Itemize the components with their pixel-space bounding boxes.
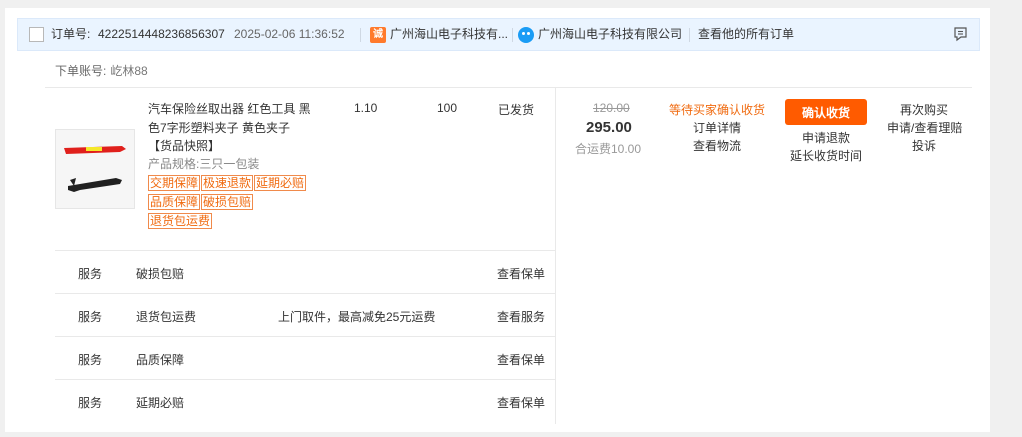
service-link[interactable]: 查看服务 [497,308,545,325]
order-header: 订单号: 4222514448236856307 2025-02-06 11:3… [17,18,980,51]
service-name: 品质保障 [136,353,185,367]
service-badges: 交期保障 极速退款 延期必赔 品质保障 破损包赔 退货包运费 [148,175,318,232]
order-detail-link[interactable]: 订单详情 [693,119,741,136]
shipping-fee: 合运费10.00 [575,142,642,156]
service-desc: 上门取件，最高减免25元运费 [278,310,436,324]
seller-company-link[interactable]: 广州海山电子科技有限公司 [538,19,682,50]
flag-icon[interactable] [953,27,968,42]
divider [555,88,556,424]
header-divider [360,28,361,42]
product-title[interactable]: 汽车保险丝取出器 红色工具 黑色7字形塑料夹子 黄色夹子 [148,100,318,138]
service-link[interactable]: 查看保单 [497,394,545,411]
total-price: 295.00 [586,119,632,136]
service-link[interactable]: 查看保单 [497,265,545,282]
order-checkbox[interactable] [29,27,44,42]
service-name: 破损包赔 [136,267,185,281]
shipping-status: 已发货 [498,103,535,117]
badge[interactable]: 品质保障 [148,194,201,210]
original-price: 120.00 [593,101,630,115]
service-row: 服务 破损包赔 查看保单 [55,250,555,293]
badge[interactable]: 延期必赔 [254,175,307,191]
divider [45,87,972,88]
order-account: 下单账号: 屹林88 [55,62,148,79]
snapshot-link[interactable]: 【货品快照】 [148,137,220,154]
badge[interactable]: 破损包赔 [201,194,254,210]
order-id-label: 订单号: [51,27,91,41]
order-status: 等待买家确认收货 [669,103,766,117]
service-link[interactable]: 查看保单 [497,351,545,368]
claim-link[interactable]: 申请/查看理赔 [887,119,962,136]
account-label: 下单账号: [55,64,107,78]
all-orders-link[interactable]: 查看他的所有订单 [698,19,794,50]
order-card: 订单号: 4222514448236856307 2025-02-06 11:3… [5,8,990,432]
confirm-receipt-button[interactable]: 确认收货 [785,99,867,125]
product-thumbnail[interactable] [55,129,135,209]
logistics-link[interactable]: 查看物流 [693,137,741,154]
service-label: 服务 [78,267,103,281]
quantity: 100 [437,101,458,115]
shop-icon: 诚 [370,27,386,43]
shop-name-link[interactable]: 广州海山电子科技有... [390,19,508,50]
service-label: 服务 [78,353,103,367]
product-image [56,130,134,208]
complain-link[interactable]: 投诉 [912,137,936,154]
service-row: 服务 品质保障 查看保单 [55,336,555,379]
refund-link[interactable]: 申请退款 [802,129,850,146]
order-id: 4222514448236856307 [98,27,225,41]
account-value: 屹林88 [110,64,148,78]
service-row: 服务 退货包运费 上门取件，最高减免25元运费 查看服务 [55,293,555,336]
service-row: 服务 延期必赔 查看保单 [55,379,555,422]
rebuy-link[interactable]: 再次购买 [900,101,948,118]
badge[interactable]: 退货包运费 [148,213,213,229]
order-datetime: 2025-02-06 11:36:52 [234,27,345,41]
header-divider [512,28,513,42]
service-label: 服务 [78,396,103,410]
service-name: 延期必赔 [136,396,185,410]
header-divider [689,28,690,42]
badge[interactable]: 交期保障 [148,175,201,191]
badge[interactable]: 极速退款 [201,175,254,191]
product-spec: 产品规格:三只一包装 [148,157,260,171]
service-name: 退货包运费 [136,310,197,324]
service-label: 服务 [78,310,103,324]
wangwang-icon[interactable] [518,27,534,43]
extend-receipt-link[interactable]: 延长收货时间 [790,147,862,164]
unit-price: 1.10 [354,101,378,115]
